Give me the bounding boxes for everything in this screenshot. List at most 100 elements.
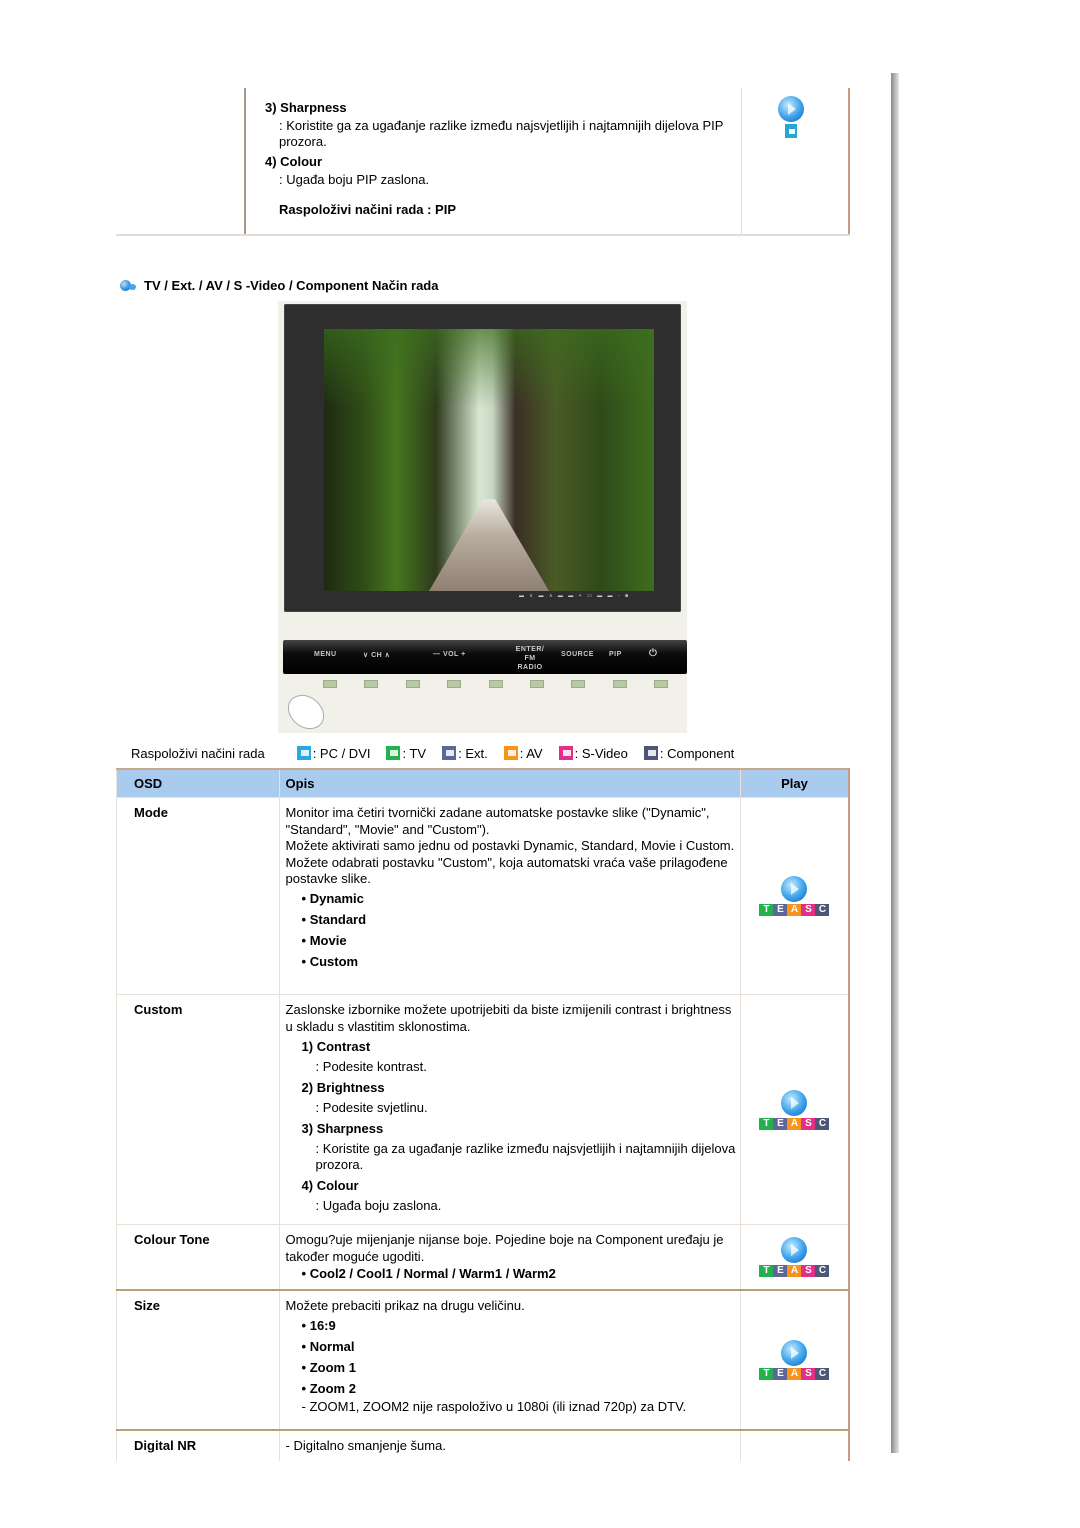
av-icon: [503, 746, 518, 760]
subitem-heading: 1) Contrast: [301, 1039, 371, 1054]
option-item: • Standard: [301, 911, 367, 927]
mode-av: : AV: [503, 745, 543, 761]
ext-icon: [442, 746, 457, 760]
row-text: Omogu?uje mijenjanje nijanse boje. Pojed…: [285, 1232, 724, 1264]
table-row: Digital NR - Digitalno smanjenje šuma.: [116, 1429, 850, 1461]
option-item: • Dynamic: [301, 890, 364, 906]
option-item: • Cool2 / Cool1 / Normal / Warm1 / Warm2: [301, 1266, 556, 1281]
pip-available-modes: Raspoloživi načini rada : PIP: [279, 202, 456, 217]
pip-sharpness-heading: 3) Sharpness: [265, 100, 347, 115]
subitem-heading: 4) Colour: [301, 1178, 359, 1193]
mode-svideo: : S-Video: [558, 745, 628, 761]
osd-custom: Custom: [134, 1002, 183, 1017]
divider: [741, 88, 742, 234]
play-button[interactable]: TEASC: [759, 1340, 830, 1380]
subitem-text: : Podesite kontrast.: [315, 1059, 427, 1074]
pip-osd-cell: [116, 88, 244, 234]
osd-mode: Mode: [134, 805, 168, 820]
pc-mode-icon: [785, 124, 797, 138]
pc-icon: [296, 746, 311, 760]
tree-canopy: [324, 329, 654, 409]
row-text: Možete aktivirati samo jednu od postavki…: [285, 838, 735, 886]
play-button[interactable]: TEASC: [759, 1237, 830, 1277]
header-osd: OSD: [116, 768, 280, 798]
play-orb-icon: [781, 876, 808, 902]
hand-icon: [282, 687, 330, 737]
mode-tv: : TV: [386, 746, 426, 761]
option-item: • Custom: [301, 953, 359, 969]
osd-colour-tone: Colour Tone: [134, 1232, 210, 1247]
monitor-screen-photo: [324, 329, 654, 591]
section-title: TV / Ext. / AV / S -Video / Component Na…: [120, 278, 438, 293]
row-text: Monitor ima četiri tvornički zadane auto…: [285, 805, 710, 837]
table-row: Colour Tone Omogu?uje mijenjanje nijanse…: [116, 1224, 850, 1291]
option-item: • 16:9: [301, 1317, 336, 1333]
header-play: Play: [739, 768, 850, 798]
section-title-text: TV / Ext. / AV / S -Video / Component Na…: [144, 278, 439, 293]
power-icon: ⏻: [649, 648, 658, 659]
bullet-orb-icon: [120, 279, 136, 292]
mode-label: : PC / DVI: [312, 745, 371, 761]
subitem-heading: 3) Sharpness: [301, 1121, 384, 1136]
bezel-indicator-icons: ▬ ∨ ▬ ∧ ▬ ▬ + ▭ ▬ ▬ ◦ ■: [519, 593, 631, 599]
divider: [244, 88, 246, 234]
pip-colour-text: : Ugađa boju PIP zaslona.: [279, 172, 430, 187]
mode-ext: : Ext.: [442, 746, 488, 761]
mode-component: : Component: [643, 745, 735, 761]
play-button[interactable]: TEASC: [759, 876, 830, 916]
menu-button-label: MENU: [314, 651, 337, 658]
vol-button-label: — VOL +: [433, 651, 466, 658]
mode-label: : S-Video: [574, 745, 628, 761]
pip-play-button[interactable]: [778, 96, 804, 138]
pip-button-label: PIP: [609, 651, 622, 658]
mode-label: : AV: [519, 745, 543, 761]
osd-table: OSD Opis Play Mode Monitor ima četiri tv…: [116, 768, 850, 1461]
subitem-heading: 2) Brightness: [301, 1080, 385, 1095]
subitem-text: : Koristite ga za ugađanje razlike izmeđ…: [315, 1141, 736, 1172]
play-orb-icon: [781, 1237, 808, 1263]
teasc-mode-icons: TEASC: [759, 904, 830, 916]
option-item: • Zoom 2: [301, 1380, 356, 1396]
enter-button-label: ENTER/ FM RADIO: [515, 646, 545, 671]
mode-label: : Ext.: [458, 745, 488, 761]
option-item: • Zoom 1: [301, 1359, 356, 1375]
component-icon: [643, 746, 658, 760]
table-header: OSD Opis Play: [116, 768, 850, 798]
pip-settings-table: 3) Sharpness : Koristite ga za ugađanje …: [116, 88, 850, 236]
teasc-mode-icons: TEASC: [759, 1265, 830, 1277]
button-indicators: [323, 680, 668, 688]
play-orb-icon: [781, 1340, 808, 1366]
page-shadow: [891, 73, 899, 1453]
row-text: Zaslonske izbornike možete upotrijebiti …: [285, 1002, 732, 1034]
teasc-mode-icons: TEASC: [759, 1368, 830, 1380]
size-note: - ZOOM1, ZOOM2 nije raspoloživo u 1080i …: [301, 1398, 687, 1414]
table-row: Mode Monitor ima četiri tvornički zadane…: [116, 797, 850, 995]
source-button-label: SOURCE: [561, 651, 594, 658]
modes-legend: Raspoloživi načini rada : PC / DVI : TV …: [131, 744, 851, 762]
subitem-text: : Ugađa boju zaslona.: [315, 1198, 442, 1213]
play-button[interactable]: TEASC: [759, 1089, 830, 1130]
tv-icon: [386, 746, 401, 760]
garden-path: [429, 499, 549, 591]
option-item: • Movie: [301, 932, 347, 948]
monitor-bezel: ▬ ∨ ▬ ∧ ▬ ▬ + ▭ ▬ ▬ ◦ ■: [284, 304, 681, 612]
osd-size: Size: [134, 1298, 161, 1313]
play-orb-icon: [778, 96, 804, 122]
row-text: - Digitalno smanjenje šuma.: [285, 1438, 446, 1453]
pip-description: 3) Sharpness : Koristite ga za ugađanje …: [265, 100, 735, 218]
monitor-control-bar: MENU ∨ CH ∧ — VOL + ENTER/ FM RADIO SOUR…: [283, 640, 687, 674]
divider: [848, 88, 850, 234]
mode-pc: : PC / DVI: [296, 745, 371, 761]
play-orb-icon: [781, 1089, 808, 1116]
mode-label: : Component: [659, 745, 735, 761]
subitem-text: : Podesite svjetlinu.: [315, 1100, 428, 1115]
osd-digital-nr: Digital NR: [134, 1438, 197, 1453]
ch-button-label: ∨ CH ∧: [363, 652, 391, 659]
svideo-icon: [558, 746, 573, 760]
pip-sharpness-text: : Koristite ga za ugađanje razlike izmeđ…: [279, 118, 724, 149]
modes-legend-label: Raspoloživi načini rada: [131, 745, 265, 761]
option-item: • Normal: [301, 1338, 355, 1354]
table-row: Size Možete prebaciti prikaz na drugu ve…: [116, 1289, 850, 1431]
row-text: Možete prebaciti prikaz na drugu veličin…: [285, 1298, 525, 1313]
pip-colour-heading: 4) Colour: [265, 154, 323, 169]
